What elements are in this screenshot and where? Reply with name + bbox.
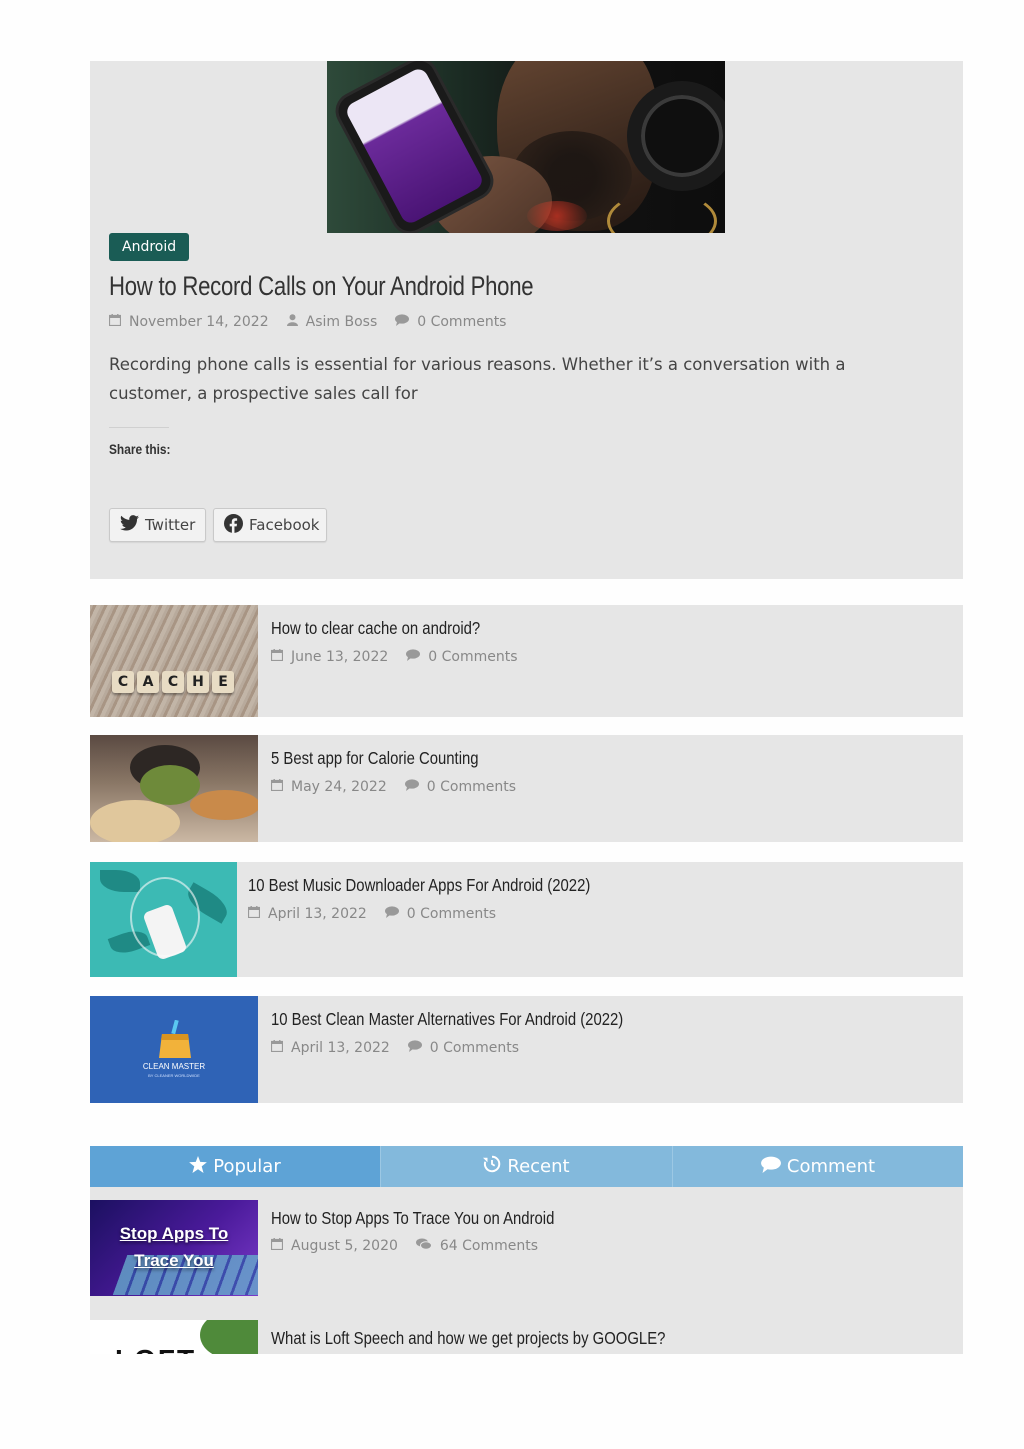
- broom-icon: [158, 1019, 192, 1064]
- featured-post-title[interactable]: How to Record Calls on Your Android Phon…: [109, 271, 534, 302]
- share-facebook-button[interactable]: Facebook: [213, 508, 327, 542]
- comment-icon: [407, 1040, 422, 1056]
- comment-icon: [406, 649, 421, 665]
- post-comments[interactable]: 0 Comments: [430, 1040, 519, 1056]
- post-title[interactable]: 5 Best app for Calorie Counting: [271, 748, 479, 769]
- featured-post-excerpt: Recording phone calls is essential for v…: [109, 355, 846, 403]
- share-facebook-label: Facebook: [249, 516, 320, 534]
- post-thumbnail[interactable]: CLEAN MASTER BY CLEANER WORLDWIDE: [90, 996, 258, 1103]
- list-item: LOFT What is Loft Speech and how we get …: [90, 1320, 963, 1354]
- tab-recent-label: Recent: [507, 1156, 570, 1177]
- list-item: CACHE How to clear cache on android? Jun…: [90, 605, 963, 717]
- post-meta: August 5, 2020 64 Comments: [270, 1238, 538, 1254]
- post-date[interactable]: April 13, 2022: [291, 1040, 390, 1056]
- post-comments[interactable]: 0 Comments: [407, 906, 496, 922]
- post-comments[interactable]: 0 Comments: [428, 649, 517, 665]
- popular-tab-panel: Stop Apps To Trace You How to Stop Apps …: [90, 1187, 963, 1354]
- list-item: 10 Best Music Downloader Apps For Androi…: [90, 862, 963, 977]
- post-date[interactable]: May 24, 2022: [291, 779, 387, 795]
- post-title[interactable]: What is Loft Speech and how we get proje…: [271, 1328, 665, 1349]
- post-date[interactable]: April 13, 2022: [268, 906, 367, 922]
- comment-icon: [404, 779, 419, 795]
- history-icon: [483, 1155, 507, 1178]
- post-meta: May 24, 2022 0 Comments: [270, 779, 516, 795]
- calendar-icon: [247, 906, 261, 922]
- post-comments[interactable]: 0 Comments: [427, 779, 516, 795]
- cache-cubes: CACHE: [112, 671, 234, 693]
- featured-image[interactable]: [327, 61, 725, 233]
- share-twitter-button[interactable]: Twitter: [109, 508, 206, 542]
- post-title[interactable]: How to clear cache on android?: [271, 618, 480, 639]
- post-title[interactable]: 10 Best Music Downloader Apps For Androi…: [248, 875, 590, 896]
- tab-popular-label: Popular: [213, 1156, 281, 1177]
- post-author[interactable]: Asim Boss: [306, 314, 378, 330]
- letter-cube: A: [137, 671, 159, 693]
- list-item: 5 Best app for Calorie Counting May 24, …: [90, 735, 963, 842]
- letter-cube: C: [112, 671, 134, 693]
- calendar-icon: [108, 314, 122, 330]
- post-meta: April 13, 2022 0 Comments: [270, 1040, 519, 1056]
- tabbed-widget-nav: Popular Recent Comment: [90, 1146, 963, 1187]
- featured-post-card: Android How to Record Calls on Your Andr…: [90, 61, 963, 579]
- post-date[interactable]: June 13, 2022: [291, 649, 388, 665]
- list-item: CLEAN MASTER BY CLEANER WORLDWIDE 10 Bes…: [90, 996, 963, 1103]
- category-badge[interactable]: Android: [109, 233, 190, 261]
- post-comments[interactable]: 64 Comments: [440, 1238, 538, 1254]
- star-icon: [189, 1155, 213, 1178]
- comment-icon: [395, 314, 410, 330]
- share-twitter-label: Twitter: [145, 516, 196, 534]
- clean-master-logo-subtext: BY CLEANER WORLDWIDE: [148, 1073, 200, 1078]
- letter-cube: C: [162, 671, 184, 693]
- post-comments[interactable]: 0 Comments: [417, 314, 506, 330]
- tab-comment-label: Comment: [786, 1156, 876, 1177]
- featured-post-meta: November 14, 2022 Asim Boss 0 Comments: [108, 314, 506, 330]
- post-thumbnail[interactable]: LOFT: [90, 1320, 258, 1354]
- post-title[interactable]: 10 Best Clean Master Alternatives For An…: [271, 1009, 623, 1030]
- letter-cube: E: [212, 671, 234, 693]
- list-item: Stop Apps To Trace You How to Stop Apps …: [90, 1200, 963, 1296]
- clean-master-logo-text: CLEAN MASTER: [142, 1062, 206, 1071]
- post-thumbnail[interactable]: [90, 862, 237, 977]
- calendar-icon: [270, 779, 284, 795]
- comment-icon: [384, 906, 399, 922]
- post-thumbnail[interactable]: [90, 735, 258, 842]
- calendar-icon: [270, 649, 284, 665]
- share-divider: [109, 427, 169, 428]
- post-thumbnail[interactable]: Stop Apps To Trace You: [90, 1200, 258, 1296]
- comments-icon: [415, 1238, 432, 1254]
- thumbnail-caption: Stop Apps To Trace You: [119, 1224, 229, 1270]
- thumbnail-caption: LOFT: [115, 1344, 196, 1354]
- tab-recent[interactable]: Recent: [380, 1146, 672, 1187]
- tab-popular[interactable]: Popular: [90, 1146, 380, 1187]
- post-meta: April 13, 2022 0 Comments: [247, 906, 496, 922]
- calendar-icon: [270, 1040, 284, 1056]
- share-label: Share this:: [109, 441, 171, 457]
- letter-cube: H: [187, 671, 209, 693]
- user-icon: [286, 314, 298, 330]
- post-thumbnail[interactable]: CACHE: [90, 605, 258, 717]
- facebook-icon: [224, 513, 249, 537]
- tab-comment[interactable]: Comment: [672, 1146, 963, 1187]
- post-title[interactable]: How to Stop Apps To Trace You on Android: [271, 1208, 554, 1229]
- post-date[interactable]: August 5, 2020: [291, 1238, 398, 1254]
- post-date[interactable]: November 14, 2022: [129, 314, 269, 330]
- comment-icon: [760, 1156, 787, 1178]
- post-meta: June 13, 2022 0 Comments: [270, 649, 518, 665]
- twitter-icon: [120, 515, 145, 535]
- calendar-icon: [270, 1238, 284, 1254]
